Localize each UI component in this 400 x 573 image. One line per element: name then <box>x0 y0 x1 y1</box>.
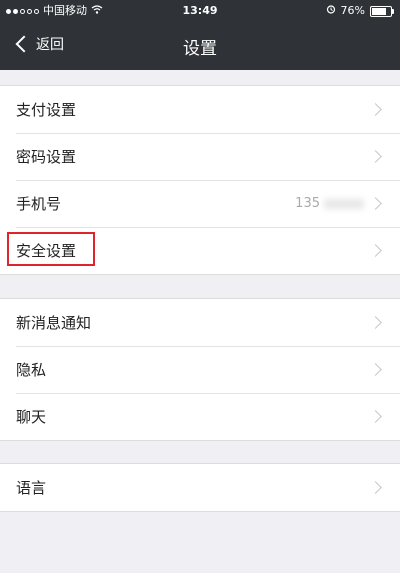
settings-group-general: 新消息通知 隐私 聊天 <box>0 298 400 441</box>
chevron-right-icon <box>369 363 382 376</box>
chevron-right-icon <box>369 150 382 163</box>
settings-item-payment[interactable]: 支付设置 <box>0 86 400 133</box>
chevron-right-icon <box>369 410 382 423</box>
chevron-right-icon <box>369 316 382 329</box>
settings-group-account: 支付设置 密码设置 手机号 135 安全设置 <box>0 85 400 275</box>
highlight-box <box>7 232 95 266</box>
settings-item-phone[interactable]: 手机号 135 <box>0 180 400 227</box>
settings-item-label: 聊天 <box>16 408 47 426</box>
navigation-bar: 返回 设置 <box>0 24 400 68</box>
chevron-right-icon <box>369 244 382 257</box>
chevron-right-icon <box>369 197 382 210</box>
settings-item-label: 手机号 <box>16 195 62 213</box>
settings-item-security[interactable]: 安全设置 <box>0 227 400 274</box>
settings-item-label: 新消息通知 <box>16 314 92 332</box>
settings-item-language[interactable]: 语言 <box>0 464 400 511</box>
battery-fill <box>372 7 386 15</box>
settings-item-label: 隐私 <box>16 361 47 379</box>
status-bar: 中国移动 13:49 76% <box>0 0 400 22</box>
alarm-icon <box>326 0 336 22</box>
battery-percent: 76% <box>340 4 365 17</box>
settings-item-privacy[interactable]: 隐私 <box>0 346 400 393</box>
settings-item-label: 支付设置 <box>16 101 77 119</box>
settings-group-language: 语言 <box>0 463 400 512</box>
phone-number-value: 135 <box>295 196 364 211</box>
status-right: 76% <box>326 0 394 22</box>
settings-item-label: 密码设置 <box>16 148 77 166</box>
page-title: 设置 <box>183 39 217 59</box>
settings-item-notifications[interactable]: 新消息通知 <box>0 299 400 346</box>
chevron-right-icon <box>369 481 382 494</box>
settings-item-password[interactable]: 密码设置 <box>0 133 400 180</box>
top-bar: 中国移动 13:49 76% 返回 设置 <box>0 0 400 70</box>
settings-item-chat[interactable]: 聊天 <box>0 393 400 440</box>
battery-icon <box>370 5 394 17</box>
chevron-right-icon <box>369 103 382 116</box>
settings-item-label: 语言 <box>16 479 47 497</box>
